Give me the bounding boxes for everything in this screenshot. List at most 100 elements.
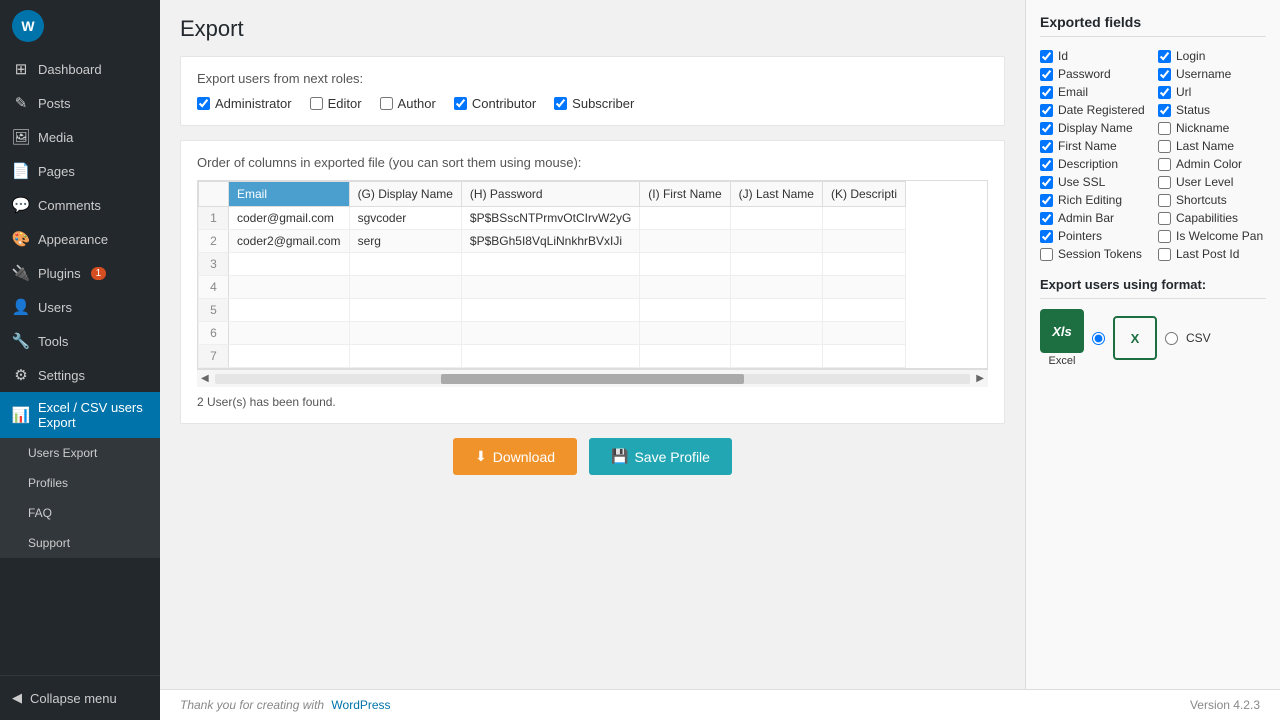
collapse-menu-button[interactable]: ◀ Collapse menu <box>12 684 148 712</box>
col-password-header[interactable]: (H) Password <box>461 182 639 207</box>
sidebar-item-plugins[interactable]: 🔌 Plugins 1 <box>0 256 160 290</box>
sidebar-item-appearance[interactable]: 🎨 Appearance <box>0 222 160 256</box>
table-scrollbar[interactable]: ◀ ▶ <box>197 369 988 387</box>
field-checkbox[interactable] <box>1158 50 1171 63</box>
data-table-wrapper[interactable]: Email (G) Display Name (H) Password (I) … <box>197 180 988 369</box>
field-item-left[interactable]: Id <box>1040 49 1148 63</box>
role-author[interactable]: Author <box>380 96 436 111</box>
role-administrator[interactable]: Administrator <box>197 96 292 111</box>
role-contributor-checkbox[interactable] <box>454 97 467 110</box>
role-subscriber[interactable]: Subscriber <box>554 96 634 111</box>
role-contributor[interactable]: Contributor <box>454 96 536 111</box>
field-checkbox[interactable] <box>1040 68 1053 81</box>
field-checkbox[interactable] <box>1158 68 1171 81</box>
field-checkbox[interactable] <box>1040 230 1053 243</box>
submenu-support[interactable]: Support <box>0 528 160 558</box>
field-checkbox[interactable] <box>1040 140 1053 153</box>
col-display-name-header[interactable]: (G) Display Name <box>349 182 461 207</box>
submenu-profiles[interactable]: Profiles <box>0 468 160 498</box>
sidebar-item-settings[interactable]: ⚙ Settings <box>0 358 160 392</box>
sidebar-item-posts[interactable]: ✎ Posts <box>0 86 160 120</box>
table-row: 2 coder2@gmail.com serg $P$BGh5I8VqLiNnk… <box>199 230 906 253</box>
cell-email: coder@gmail.com <box>229 207 350 230</box>
field-checkbox[interactable] <box>1158 122 1171 135</box>
sidebar-item-tools[interactable]: 🔧 Tools <box>0 324 160 358</box>
field-checkbox[interactable] <box>1158 194 1171 207</box>
field-item-right[interactable]: Nickname <box>1158 121 1266 135</box>
submenu-faq[interactable]: FAQ <box>0 498 160 528</box>
field-item-right[interactable]: Last Name <box>1158 139 1266 153</box>
field-item-left[interactable]: Password <box>1040 67 1148 81</box>
save-profile-button[interactable]: 💾 Save Profile <box>589 438 732 475</box>
field-item-left[interactable]: Admin Bar <box>1040 211 1148 225</box>
field-checkbox[interactable] <box>1040 158 1053 171</box>
sidebar-item-pages[interactable]: 📄 Pages <box>0 154 160 188</box>
collapse-icon: ◀ <box>12 690 22 706</box>
field-checkbox[interactable] <box>1158 212 1171 225</box>
field-item-right[interactable]: Capabilities <box>1158 211 1266 225</box>
field-item-left[interactable]: Use SSL <box>1040 175 1148 189</box>
field-item-right[interactable]: Shortcuts <box>1158 193 1266 207</box>
action-buttons: ⬇ Download 💾 Save Profile <box>180 438 1005 475</box>
col-description-header[interactable]: (K) Descripti <box>822 182 905 207</box>
excel-radio[interactable] <box>1092 332 1105 345</box>
role-editor[interactable]: Editor <box>310 96 362 111</box>
field-checkbox[interactable] <box>1158 176 1171 189</box>
field-item-right[interactable]: Username <box>1158 67 1266 81</box>
download-button[interactable]: ⬇ Download <box>453 438 577 475</box>
sidebar-item-users[interactable]: 👤 Users <box>0 290 160 324</box>
field-item-right[interactable]: Is Welcome Pan <box>1158 229 1266 243</box>
field-checkbox[interactable] <box>1040 50 1053 63</box>
field-checkbox[interactable] <box>1040 86 1053 99</box>
field-item-left[interactable]: Rich Editing <box>1040 193 1148 207</box>
role-author-checkbox[interactable] <box>380 97 393 110</box>
field-checkbox[interactable] <box>1158 230 1171 243</box>
sidebar: W ⊞ Dashboard ✎ Posts 🖼 Media 📄 Pages 💬 … <box>0 0 160 720</box>
field-checkbox[interactable] <box>1040 212 1053 225</box>
col-last-name-header[interactable]: (J) Last Name <box>730 182 822 207</box>
field-checkbox[interactable] <box>1158 86 1171 99</box>
scroll-left-arrow[interactable]: ◀ <box>201 373 209 384</box>
wordpress-link[interactable]: WordPress <box>331 698 390 712</box>
format-csv-option[interactable]: X <box>1113 316 1157 360</box>
field-item-right[interactable]: Login <box>1158 49 1266 63</box>
field-item-left[interactable]: Description <box>1040 157 1148 171</box>
field-item-left[interactable]: Display Name <box>1040 121 1148 135</box>
field-checkbox[interactable] <box>1040 248 1053 261</box>
sidebar-item-media[interactable]: 🖼 Media <box>0 120 160 154</box>
field-item-right[interactable]: Url <box>1158 85 1266 99</box>
field-item-left[interactable]: Pointers <box>1040 229 1148 243</box>
field-item-left[interactable]: Email <box>1040 85 1148 99</box>
format-excel-option[interactable]: Xls Excel <box>1040 309 1084 367</box>
col-first-name-header[interactable]: (I) First Name <box>640 182 730 207</box>
field-item-right[interactable]: Status <box>1158 103 1266 117</box>
role-editor-checkbox[interactable] <box>310 97 323 110</box>
field-item-left[interactable]: First Name <box>1040 139 1148 153</box>
sidebar-item-dashboard[interactable]: ⊞ Dashboard <box>0 52 160 86</box>
sidebar-item-excel-csv[interactable]: 📊 Excel / CSV users Export <box>0 392 160 438</box>
field-checkbox[interactable] <box>1040 122 1053 135</box>
field-checkbox[interactable] <box>1158 248 1171 261</box>
field-item-right[interactable]: Last Post Id <box>1158 247 1266 261</box>
sidebar-item-comments[interactable]: 💬 Comments <box>0 188 160 222</box>
submenu-users-export[interactable]: Users Export <box>0 438 160 468</box>
field-checkbox[interactable] <box>1040 104 1053 117</box>
field-checkbox[interactable] <box>1158 104 1171 117</box>
field-item-left[interactable]: Date Registered <box>1040 103 1148 117</box>
site-logo[interactable]: W <box>0 0 160 52</box>
field-item-left[interactable]: Session Tokens <box>1040 247 1148 261</box>
sidebar-item-label: Plugins <box>38 266 81 281</box>
scroll-track[interactable] <box>215 374 971 384</box>
scroll-right-arrow[interactable]: ▶ <box>976 373 984 384</box>
col-email-header[interactable]: Email <box>229 182 350 207</box>
field-checkbox[interactable] <box>1040 176 1053 189</box>
field-item-right[interactable]: User Level <box>1158 175 1266 189</box>
field-checkbox[interactable] <box>1040 194 1053 207</box>
field-label: Nickname <box>1176 121 1229 135</box>
field-checkbox[interactable] <box>1158 158 1171 171</box>
field-checkbox[interactable] <box>1158 140 1171 153</box>
role-administrator-checkbox[interactable] <box>197 97 210 110</box>
field-item-right[interactable]: Admin Color <box>1158 157 1266 171</box>
role-subscriber-checkbox[interactable] <box>554 97 567 110</box>
csv-radio[interactable] <box>1165 332 1178 345</box>
